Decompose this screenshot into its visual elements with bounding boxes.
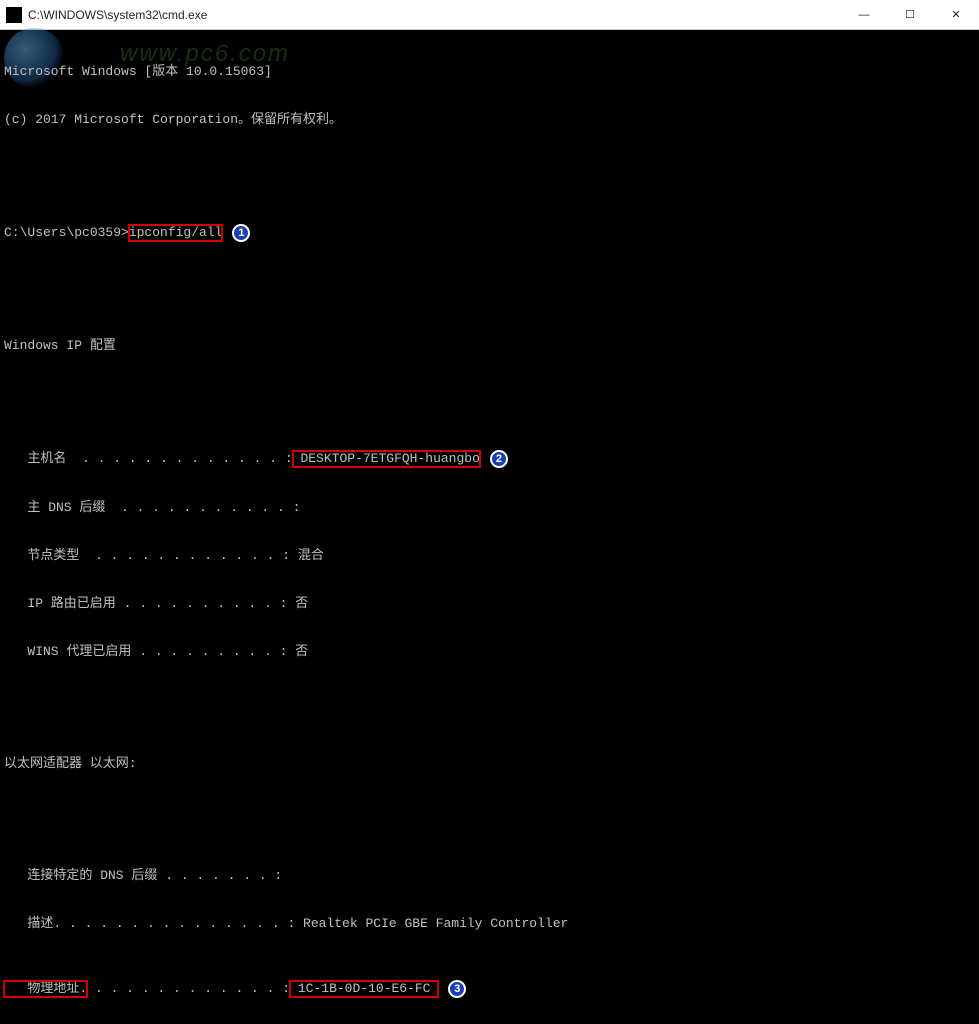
badge-3: 3 [448,980,466,998]
command-text: ipconfig/all [129,225,223,240]
desc-value: Realtek PCIe GBE Family Controller [295,916,568,932]
minimize-button[interactable]: — [841,0,887,29]
banner-line-2: (c) 2017 Microsoft Corporation。保留所有权利。 [4,112,975,128]
ip-routing-value: 否 [287,596,308,612]
mac-label-highlight: 物理地址. [4,981,87,997]
cmd-icon [6,7,22,23]
close-button[interactable]: ✕ [933,0,979,29]
window-controls: — ☐ ✕ [841,0,979,29]
wins-proxy-value: 否 [287,644,308,660]
wins-proxy-label: WINS 代理已启用 . . . . . . . . . : [4,644,287,660]
window-title: C:\WINDOWS\system32\cmd.exe [28,8,207,22]
dns-suffix-row: 主 DNS 后缀 . . . . . . . . . . . : [4,500,975,516]
node-type-label: 节点类型 . . . . . . . . . . . . : [4,548,290,564]
desc-row: 描述. . . . . . . . . . . . . . . : Realte… [4,916,975,932]
node-type-value: 混合 [290,548,324,564]
badge-1: 1 [232,224,250,242]
mac-value-highlight: 1C-1B-0D-10-E6-FC [290,981,438,997]
wins-proxy-row: WINS 代理已启用 . . . . . . . . . : 否 [4,644,975,660]
node-type-row: 节点类型 . . . . . . . . . . . . : 混合 [4,548,975,564]
host-row: 主机名 . . . . . . . . . . . . . : DESKTOP-… [4,450,975,468]
window-titlebar: C:\WINDOWS\system32\cmd.exe — ☐ ✕ [0,0,979,30]
prompt-path: C:\Users\pc0359> [4,225,129,241]
conn-dns-row: 连接特定的 DNS 后缀 . . . . . . . : [4,868,975,884]
hostname-value: DESKTOP-7ETGFQH-huangbo [293,451,480,466]
adapter-header: 以太网适配器 以太网: [4,756,975,772]
desc-label: 描述. . . . . . . . . . . . . . . : [4,916,295,932]
banner-line-1: Microsoft Windows [版本 10.0.15063] [4,64,975,80]
host-label: 主机名 [4,451,66,467]
ipconfig-header: Windows IP 配置 [4,338,975,354]
terminal-output[interactable]: Microsoft Windows [版本 10.0.15063] (c) 20… [0,30,979,1024]
hostname-highlight: DESKTOP-7ETGFQH-huangbo [293,451,480,467]
ip-routing-row: IP 路由已启用 . . . . . . . . . . : 否 [4,596,975,612]
command-highlight: ipconfig/all [129,225,223,241]
host-dots: . . . . . . . . . . . . . : [66,451,292,467]
mac-dots: . . . . . . . . . . . . : [87,981,290,997]
ip-routing-label: IP 路由已启用 . . . . . . . . . . : [4,596,287,612]
prompt-line: C:\Users\pc0359>ipconfig/all 1 [4,224,975,242]
mac-value: 1C-1B-0D-10-E6-FC [290,981,438,996]
mac-label: 物理地址. [4,981,87,996]
maximize-button[interactable]: ☐ [887,0,933,29]
mac-row: 物理地址. . . . . . . . . . . . . : 1C-1B-0D… [4,980,975,998]
badge-2: 2 [490,450,508,468]
